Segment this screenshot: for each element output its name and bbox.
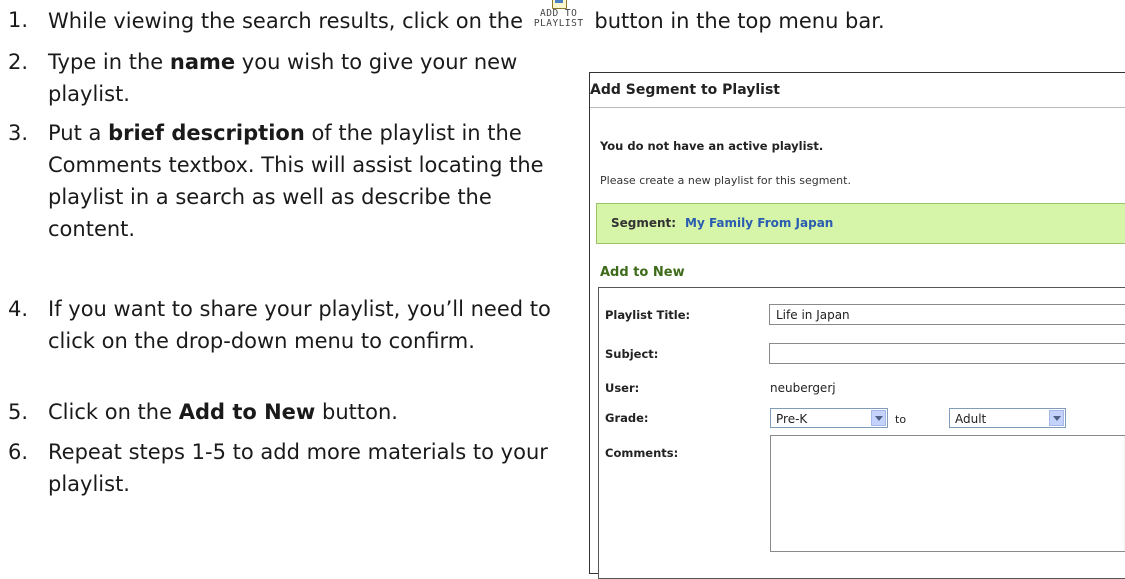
chevron-down-icon[interactable] (1049, 410, 1064, 426)
user-label: User: (605, 381, 640, 395)
segment-label: Segment: (611, 216, 677, 230)
subject-row: Subject: (599, 341, 1125, 369)
step-text: Type in the name you wish to give your n… (48, 50, 518, 106)
add-segment-dialog: Add Segment to Playlist You do not have … (589, 72, 1125, 579)
grade-label: Grade: (605, 411, 649, 425)
grade-to-select[interactable]: Adult (949, 408, 1066, 428)
playlist-title-label: Playlist Title: (605, 308, 691, 322)
add-to-playlist-caption: ADD TO PLAYLIST (533, 8, 584, 29)
grade-from-select[interactable]: Pre-K (770, 408, 888, 428)
step-6: 6. Repeat steps 1-5 to add more material… (8, 436, 568, 500)
step-text: Click on the Add to New button. (48, 400, 398, 424)
user-value: neubergerj (770, 381, 836, 395)
subject-input[interactable] (769, 343, 1125, 364)
chevron-down-icon[interactable] (871, 410, 886, 426)
segment-value: My Family From Japan (685, 216, 834, 230)
grade-row: Grade: Pre-K to Adult (599, 405, 1125, 433)
step-number: 4. (8, 297, 29, 321)
step-text: If you want to share your playlist, you’… (48, 297, 551, 353)
playlist-title-input[interactable]: Life in Japan (769, 304, 1125, 325)
step-1: 1. While viewing the search results, cli… (8, 0, 1118, 38)
no-active-playlist-message: You do not have an active playlist. (600, 139, 824, 153)
create-playlist-prompt: Please create a new playlist for this se… (600, 174, 851, 187)
step-4: 4. If you want to share your playlist, y… (8, 293, 568, 391)
grade-to-word: to (895, 413, 907, 426)
comments-label: Comments: (605, 446, 679, 460)
add-to-playlist-button-icon: ADD TO PLAYLIST (533, 0, 584, 34)
step-text: Repeat steps 1-5 to add more materials t… (48, 440, 548, 496)
dialog-title: Add Segment to Playlist (590, 82, 780, 98)
dialog-title-bar: Add Segment to Playlist (590, 73, 1125, 108)
subject-label: Subject: (605, 347, 659, 361)
playlist-title-row: Playlist Title: Life in Japan (599, 302, 1125, 330)
step-number: 3. (8, 121, 29, 145)
user-row: User: neubergerj (599, 375, 1125, 403)
step-text: Put a brief description of the playlist … (48, 121, 544, 241)
step-number: 5. (8, 400, 29, 424)
segment-info-box: Segment: My Family From Japan (596, 203, 1125, 244)
step-text: While viewing the search results, click … (48, 0, 885, 37)
comments-textarea[interactable] (770, 435, 1125, 552)
grade-to-value: Adult (955, 412, 987, 426)
step-number: 2. (8, 50, 29, 74)
step-2: 2. Type in the name you wish to give you… (8, 46, 568, 112)
add-to-new-heading: Add to New (600, 265, 685, 280)
step-number: 6. (8, 440, 29, 464)
step-5: 5. Click on the Add to New button. (8, 396, 568, 430)
step-3: 3. Put a brief description of the playli… (8, 117, 568, 247)
grade-from-value: Pre-K (776, 412, 808, 426)
new-playlist-form: Playlist Title: Life in Japan Subject: U… (598, 287, 1125, 579)
step-number: 1. (8, 8, 29, 32)
